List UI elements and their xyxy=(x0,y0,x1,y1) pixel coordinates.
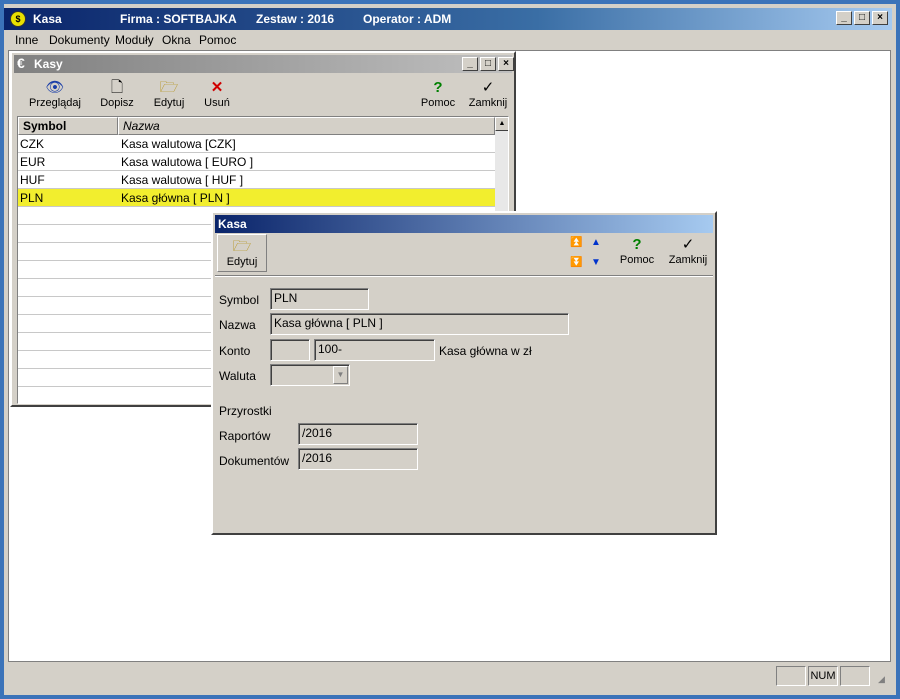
kasa-zamknij-label: Zamknij xyxy=(668,254,708,266)
previous-record-icon[interactable]: ▲ xyxy=(591,237,601,248)
konto-label: Konto xyxy=(219,344,251,358)
row-symbol: HUF xyxy=(20,173,45,187)
menu-inne[interactable]: Inne xyxy=(15,33,38,47)
close-icon[interactable]: × xyxy=(872,11,888,25)
kasa-dialog: Kasa 🗁 Edytuj ⏫ ▲ ⏬ ▼ ? Pomoc ✓ Zamknij … xyxy=(211,211,717,535)
kasy-maximize-icon[interactable]: □ xyxy=(480,57,496,71)
next-record-icon[interactable]: ▼ xyxy=(591,257,601,268)
kasa-edytuj-button[interactable]: 🗁 Edytuj xyxy=(217,234,267,272)
nazwa-field[interactable]: Kasa główna [ PLN ] xyxy=(270,313,569,335)
kasa-edytuj-label: Edytuj xyxy=(226,256,258,268)
table-row[interactable]: HUF Kasa walutowa [ HUF ] xyxy=(18,171,495,189)
scroll-up-icon[interactable]: ▲ xyxy=(495,117,508,131)
table-row[interactable]: EUR Kasa walutowa [ EURO ] xyxy=(18,153,495,171)
przyrostki-label: Przyrostki xyxy=(219,404,272,418)
kasa-title: Kasa xyxy=(218,217,247,231)
menu-okna[interactable]: Okna xyxy=(162,33,191,47)
kasa-zamknij-button[interactable]: ✓ Zamknij xyxy=(665,236,711,266)
status-pane-num: NUM xyxy=(808,666,838,686)
kasa-titlebar[interactable]: Kasa xyxy=(215,215,713,233)
zamknij-label: Zamknij xyxy=(468,97,508,109)
menu-pomoc[interactable]: Pomoc xyxy=(199,33,236,47)
raportow-label: Raportów xyxy=(219,429,271,443)
status-pane-scroll xyxy=(840,666,870,686)
checkmark-icon: ✓ xyxy=(681,236,695,253)
row-nazwa: Kasa walutowa [ HUF ] xyxy=(121,173,244,187)
konto-prefix-field[interactable] xyxy=(270,339,310,361)
dopisz-button[interactable]: 🗋 Dopisz xyxy=(98,79,136,109)
waluta-label: Waluta xyxy=(219,369,256,383)
chevron-down-icon[interactable]: ▼ xyxy=(333,366,348,384)
new-document-icon: 🗋 xyxy=(110,79,124,96)
help-icon: ? xyxy=(433,79,443,96)
eye-icon: 👁 xyxy=(45,79,65,96)
dopisz-label: Dopisz xyxy=(100,97,134,109)
edytuj-label: Edytuj xyxy=(153,97,185,109)
dokumentow-label: Dokumentów xyxy=(219,454,290,468)
nazwa-label: Nazwa xyxy=(219,318,256,332)
row-nazwa: Kasa walutowa [ EURO ] xyxy=(121,155,254,169)
grid-header: Symbol Nazwa xyxy=(18,117,495,135)
kasy-minimize-icon[interactable]: _ xyxy=(462,57,478,71)
edytuj-button[interactable]: 🗁 Edytuj xyxy=(149,79,189,109)
app-icon: $ xyxy=(10,11,26,27)
firma-label: Firma : SOFTBAJKA xyxy=(120,12,237,26)
first-record-icon[interactable]: ⏫ xyxy=(570,237,582,248)
menu-dokumenty[interactable]: Dokumenty xyxy=(49,33,110,47)
status-bar: NUM ◢ xyxy=(4,664,892,690)
waluta-select[interactable]: ▼ xyxy=(270,364,350,386)
app-title: Kasa xyxy=(33,12,62,26)
row-symbol: CZK xyxy=(20,137,44,151)
pomoc-button[interactable]: ? Pomoc xyxy=(420,79,456,109)
row-symbol: EUR xyxy=(20,155,46,169)
row-symbol: PLN xyxy=(20,191,44,205)
table-row[interactable]: CZK Kasa walutowa [CZK] xyxy=(18,135,495,153)
maximize-icon[interactable]: □ xyxy=(854,11,870,25)
pomoc-label: Pomoc xyxy=(420,97,456,109)
zestaw-label: Zestaw : 2016 xyxy=(256,12,335,26)
menu-bar: Inne Dokumenty Moduły Okna Pomoc xyxy=(4,30,892,50)
przegladaj-label: Przeglądaj xyxy=(29,97,81,109)
status-pane-caps xyxy=(776,666,806,686)
kasa-pomoc-button[interactable]: ? Pomoc xyxy=(619,236,655,266)
kasy-titlebar[interactable]: € Kasy _ □ × xyxy=(14,55,514,73)
row-nazwa: Kasa główna [ PLN ] xyxy=(121,191,230,205)
column-symbol[interactable]: Symbol xyxy=(18,117,118,135)
konto-description: Kasa główna w zł xyxy=(439,344,532,358)
column-nazwa[interactable]: Nazwa xyxy=(118,117,495,135)
usun-label: Usuń xyxy=(204,97,230,109)
symbol-field[interactable]: PLN xyxy=(270,288,369,310)
main-titlebar[interactable]: $ Kasa Firma : SOFTBAJKA Zestaw : 2016 O… xyxy=(4,8,892,30)
zamknij-button[interactable]: ✓ Zamknij xyxy=(466,79,510,109)
menu-moduly[interactable]: Moduły xyxy=(115,33,154,47)
raportow-field[interactable]: /2016 xyxy=(298,423,418,445)
euro-icon: € xyxy=(17,55,25,71)
row-nazwa: Kasa walutowa [CZK] xyxy=(121,137,236,151)
kasa-pomoc-label: Pomoc xyxy=(619,254,655,266)
toolbar-separator xyxy=(215,275,713,277)
minimize-icon[interactable]: _ xyxy=(836,11,852,25)
open-folder-icon: 🗁 xyxy=(232,238,252,255)
delete-x-icon: ✕ xyxy=(210,79,224,96)
konto-field[interactable]: 100- xyxy=(314,339,435,361)
open-folder-icon: 🗁 xyxy=(159,79,179,96)
table-row-selected[interactable]: PLN Kasa główna [ PLN ] xyxy=(18,189,495,207)
kasy-title: Kasy xyxy=(34,57,63,71)
help-icon: ? xyxy=(632,236,642,253)
usun-button[interactable]: ✕ Usuń xyxy=(200,79,234,109)
symbol-label: Symbol xyxy=(219,293,260,307)
dokumentow-field[interactable]: /2016 xyxy=(298,448,418,470)
przegladaj-button[interactable]: 👁 Przeglądaj xyxy=(26,79,84,109)
kasy-close-icon[interactable]: × xyxy=(498,57,514,71)
last-record-icon[interactable]: ⏬ xyxy=(570,257,582,268)
operator-label: Operator : ADM xyxy=(363,12,452,26)
resize-grip-icon[interactable]: ◢ xyxy=(878,674,885,685)
checkmark-icon: ✓ xyxy=(481,79,495,96)
